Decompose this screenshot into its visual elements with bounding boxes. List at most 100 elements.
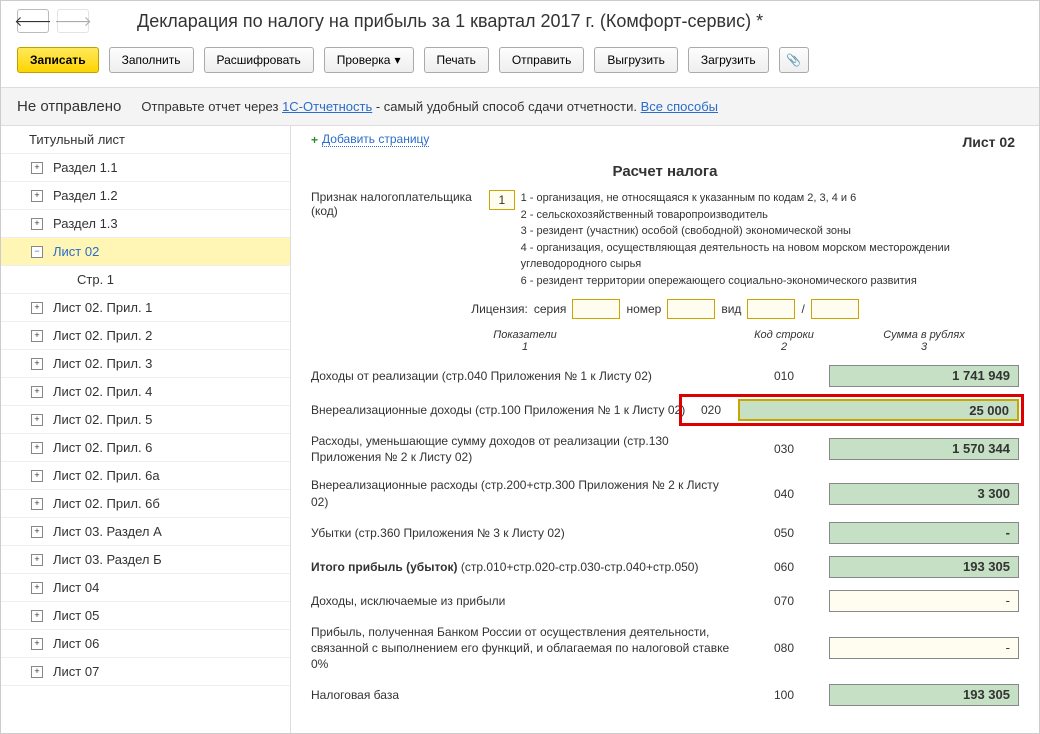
tree-toggle-icon[interactable]: +: [31, 526, 43, 538]
tree-item[interactable]: +Лист 04: [1, 574, 290, 602]
row-code: 030: [739, 442, 829, 456]
row-code: 070: [739, 594, 829, 608]
tree-toggle-icon[interactable]: +: [31, 218, 43, 230]
tree-item[interactable]: +Раздел 1.2: [1, 182, 290, 210]
calc-row: Прибыль, полученная Банком России от осу…: [311, 624, 1019, 673]
license-number-input[interactable]: [667, 299, 715, 319]
tree-item[interactable]: +Лист 02. Прил. 2: [1, 322, 290, 350]
tree-toggle-icon[interactable]: +: [31, 386, 43, 398]
tree-toggle-icon[interactable]: +: [31, 554, 43, 566]
sections-tree: Титульный лист+Раздел 1.1+Раздел 1.2+Раз…: [1, 126, 291, 733]
row-value-input[interactable]: 193 305: [829, 684, 1019, 706]
tree-item[interactable]: +Раздел 1.1: [1, 154, 290, 182]
link-all-methods[interactable]: Все способы: [641, 99, 718, 114]
license-series-input[interactable]: [572, 299, 620, 319]
check-button[interactable]: Проверка▾: [324, 47, 414, 73]
taxpayer-code-input[interactable]: 1: [489, 190, 514, 210]
row-code: 050: [739, 526, 829, 540]
row-label: Внереализационные доходы (стр.100 Прилож…: [311, 402, 739, 418]
row-code: 010: [739, 369, 829, 383]
attach-button[interactable]: 📎: [779, 47, 809, 73]
tree-item[interactable]: +Лист 02. Прил. 5: [1, 406, 290, 434]
tree-toggle-icon[interactable]: +: [31, 582, 43, 594]
calc-row: Доходы, исключаемые из прибыли070: [311, 590, 1019, 612]
tree-item[interactable]: +Лист 02. Прил. 4: [1, 378, 290, 406]
row-value-input[interactable]: [829, 522, 1019, 544]
row-code: 040: [739, 487, 829, 501]
row-value-input[interactable]: 1 741 949: [829, 365, 1019, 387]
tree-item[interactable]: +Лист 02. Прил. 1: [1, 294, 290, 322]
tree-item[interactable]: Титульный лист: [1, 126, 290, 154]
paperclip-icon: 📎: [786, 53, 801, 67]
tree-item[interactable]: +Лист 02. Прил. 6: [1, 434, 290, 462]
row-value-input[interactable]: 193 305: [829, 556, 1019, 578]
print-button[interactable]: Печать: [424, 47, 489, 73]
calc-row: Внереализационные доходы (стр.100 Прилож…: [311, 399, 1019, 421]
taxpayer-codes-legend: 1 - организация, не относящаяся к указан…: [521, 190, 1019, 289]
tree-toggle-icon[interactable]: +: [31, 442, 43, 454]
tree-item[interactable]: +Лист 06: [1, 630, 290, 658]
row-code: 080: [739, 641, 829, 655]
tree-item[interactable]: +Лист 02. Прил. 3: [1, 350, 290, 378]
tree-toggle-icon[interactable]: +: [31, 162, 43, 174]
send-status: Не отправлено: [17, 98, 121, 115]
row-label: Убытки (стр.360 Приложения № 3 к Листу 0…: [311, 525, 739, 541]
row-label: Итого прибыль (убыток) (стр.010+стр.020-…: [311, 559, 739, 575]
tree-toggle-icon[interactable]: −: [31, 246, 43, 258]
taxpayer-label: Признак налогоплательщика (код): [311, 190, 483, 218]
sheet-number: Лист 02: [962, 134, 1015, 150]
row-label: Доходы, исключаемые из прибыли: [311, 593, 739, 609]
row-label: Доходы от реализации (стр.040 Приложения…: [311, 368, 739, 384]
row-value-input[interactable]: 1 570 344: [829, 438, 1019, 460]
tree-item[interactable]: +Лист 03. Раздел Б: [1, 546, 290, 574]
import-button[interactable]: Загрузить: [688, 47, 769, 73]
decode-button[interactable]: Расшифровать: [204, 47, 314, 73]
row-label: Налоговая база: [311, 687, 739, 703]
tree-toggle-icon[interactable]: +: [31, 666, 43, 678]
forward-button[interactable]: 🡒: [57, 9, 89, 33]
license-subtype-input[interactable]: [811, 299, 859, 319]
send-button[interactable]: Отправить: [499, 47, 585, 73]
save-button[interactable]: Записать: [17, 47, 99, 73]
tree-toggle-icon[interactable]: +: [31, 470, 43, 482]
calc-row: Налоговая база100193 305: [311, 684, 1019, 706]
tree-item[interactable]: +Раздел 1.3: [1, 210, 290, 238]
tree-item[interactable]: −Лист 02: [1, 238, 290, 266]
tree-toggle-icon[interactable]: +: [31, 638, 43, 650]
export-button[interactable]: Выгрузить: [594, 47, 678, 73]
row-value-input[interactable]: 25 000: [738, 399, 1019, 421]
link-1c-report[interactable]: 1С-Отчетность: [282, 99, 372, 114]
tree-item[interactable]: +Лист 02. Прил. 6б: [1, 490, 290, 518]
calc-row: Доходы от реализации (стр.040 Приложения…: [311, 365, 1019, 387]
tree-item[interactable]: +Лист 05: [1, 602, 290, 630]
tree-toggle-icon[interactable]: +: [31, 358, 43, 370]
calc-row: Внереализационные расходы (стр.200+стр.3…: [311, 477, 1019, 509]
tree-toggle-icon[interactable]: +: [31, 498, 43, 510]
highlighted-row: 02025 000: [679, 394, 1024, 426]
license-type-input[interactable]: [747, 299, 795, 319]
chevron-down-icon: ▾: [394, 53, 400, 67]
tree-toggle-icon[interactable]: +: [31, 414, 43, 426]
tree-toggle-icon[interactable]: +: [31, 190, 43, 202]
tree-item[interactable]: +Лист 07: [1, 658, 290, 686]
row-code: 100: [739, 688, 829, 702]
tree-item[interactable]: +Лист 03. Раздел А: [1, 518, 290, 546]
add-page-link[interactable]: + Добавить страницу: [311, 132, 429, 147]
fill-button[interactable]: Заполнить: [109, 47, 194, 73]
row-value-input[interactable]: [829, 637, 1019, 659]
tree-toggle-icon[interactable]: +: [31, 302, 43, 314]
tree-toggle-icon[interactable]: +: [31, 610, 43, 622]
row-code: 060: [739, 560, 829, 574]
row-label: Расходы, уменьшающие сумму доходов от ре…: [311, 433, 739, 465]
tree-item[interactable]: +Лист 02. Прил. 6а: [1, 462, 290, 490]
tree-item[interactable]: Стр. 1: [1, 266, 290, 294]
back-button[interactable]: 🡐: [17, 9, 49, 33]
row-label: Прибыль, полученная Банком России от осу…: [311, 624, 739, 673]
plus-icon: +: [311, 133, 318, 147]
row-label: Внереализационные расходы (стр.200+стр.3…: [311, 477, 739, 509]
row-value-input[interactable]: [829, 590, 1019, 612]
tree-toggle-icon[interactable]: +: [31, 330, 43, 342]
row-value-input[interactable]: 3 300: [829, 483, 1019, 505]
calc-heading: Расчет налога: [311, 163, 1019, 180]
calc-row: Итого прибыль (убыток) (стр.010+стр.020-…: [311, 556, 1019, 578]
